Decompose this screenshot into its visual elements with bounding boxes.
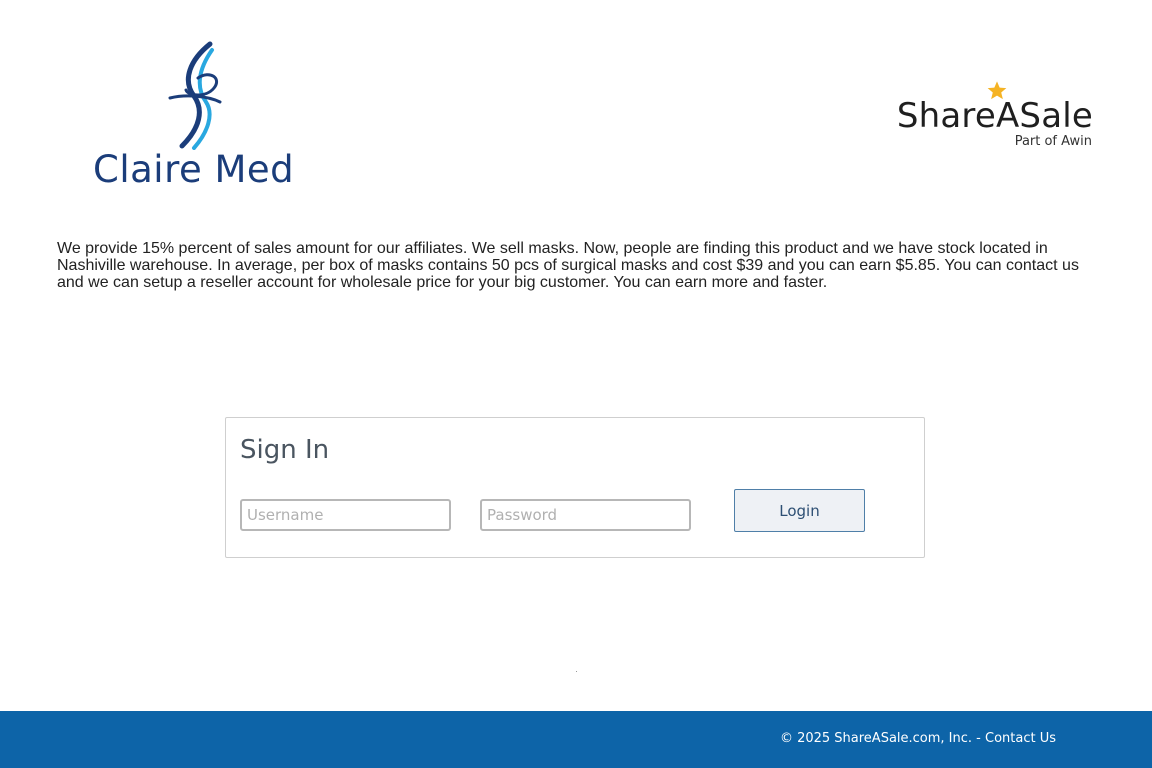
username-input[interactable] [240,499,451,531]
network-logo-text: ShareASale [896,96,1093,136]
divider-dot [576,671,577,672]
network-logo: ShareASale Part of Awin [874,80,1094,154]
footer-copyright: © 2025 ShareASale.com, Inc. - [779,731,985,746]
footer: © 2025 ShareASale.com, Inc. - Contact Us [0,711,1152,768]
footer-text: © 2025 ShareASale.com, Inc. - Contact Us [780,731,1056,746]
contact-us-link[interactable]: Contact Us [985,731,1056,746]
login-button[interactable]: Login [734,489,865,532]
merchant-logo: Claire Med [90,40,310,200]
signin-title: Sign In [240,435,330,465]
password-input[interactable] [480,499,691,531]
claire-med-swirl-icon [168,41,222,150]
merchant-description: We provide 15% percent of sales amount f… [57,240,1079,291]
signin-panel: Sign In Login [225,417,925,558]
merchant-logo-text: Claire Med [93,148,295,191]
page: Claire Med ShareASale Part of Awin We pr… [0,0,1152,768]
network-tagline: Part of Awin [1014,134,1092,149]
